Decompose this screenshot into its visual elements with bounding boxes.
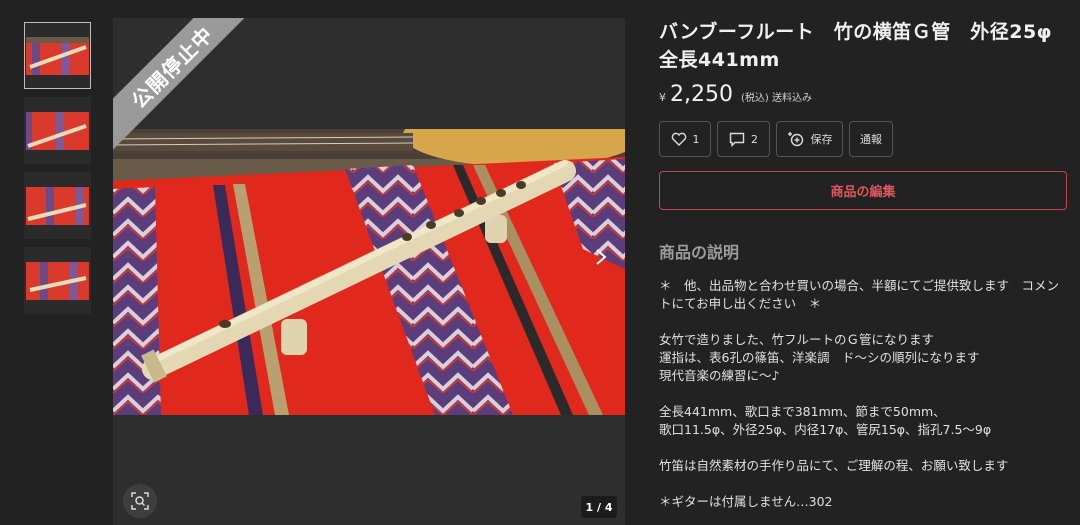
description-line: ＊ギターは付属しません…302	[659, 494, 833, 509]
thumbnail-1[interactable]	[24, 22, 91, 89]
description-body: ＊ 他、出品物と合わせ買いの場合、半額にてご提供致します コメントにてお申し出く…	[659, 277, 1069, 511]
product-price: 2,250	[670, 82, 733, 107]
product-page: 公開停止中 1 / 4 バンブーフルート 竹の横笛Ｇ管 外径25φ 全長441m…	[0, 0, 1080, 525]
comment-button[interactable]: 2	[717, 121, 770, 157]
zoom-button[interactable]	[123, 484, 157, 518]
action-bar: 1 2 保存 通報	[659, 121, 1069, 157]
save-label: 保存	[810, 133, 833, 146]
currency-symbol: ¥	[659, 91, 666, 104]
product-title: バンブーフルート 竹の横笛Ｇ管 外径25φ 全長441mm	[659, 21, 1072, 71]
comment-count: 2	[751, 132, 758, 146]
description-line: 現代音楽の練習に～♪	[659, 368, 780, 383]
description-line: 全長441mm、歌口まで381mm、節まで50mm、	[659, 404, 946, 419]
thumbnail-3[interactable]	[24, 172, 91, 239]
price-row: ¥ 2,250 (税込) 送料込み	[659, 82, 1069, 107]
next-image-button[interactable]	[587, 242, 615, 272]
thumbnail-image	[26, 186, 89, 225]
like-button[interactable]: 1	[659, 121, 711, 157]
description-line: ＊ 他、出品物と合わせ買いの場合、半額にてご提供致します コメントにてお申し出く…	[659, 278, 1060, 311]
thumbnail-4[interactable]	[24, 247, 91, 314]
description-line: 女竹で造りました、竹フルートのＧ管になります	[659, 332, 935, 347]
description-heading: 商品の説明	[659, 243, 740, 262]
zoom-icon	[131, 492, 149, 510]
product-photo	[113, 129, 625, 415]
edit-item-button[interactable]: 商品の編集	[659, 171, 1067, 210]
chevron-right-icon	[596, 249, 607, 265]
description-line: 運指は、表6孔の篠笛、洋楽調 ド～シの順列になります	[659, 350, 980, 365]
comment-icon	[729, 132, 745, 147]
tax-note: (税込) 送料込み	[740, 93, 812, 104]
thumbnail-list	[24, 22, 92, 322]
thumbnail-image	[26, 36, 89, 75]
product-info: バンブーフルート 竹の横笛Ｇ管 外径25φ 全長441mm ¥ 2,250 (税…	[659, 18, 1072, 511]
report-button[interactable]: 通報	[849, 121, 893, 157]
thumbnail-image	[26, 261, 89, 300]
image-counter: 1 / 4	[581, 496, 617, 518]
heart-icon	[671, 132, 686, 146]
image-viewer: 公開停止中 1 / 4	[113, 18, 625, 525]
save-button[interactable]: 保存	[776, 121, 843, 157]
save-add-icon	[787, 132, 803, 147]
description-line: 竹笛は自然素材の手作り品にて、ご理解の程、お願い致します	[659, 458, 1009, 473]
report-label: 通報	[860, 133, 882, 146]
thumbnail-image	[26, 111, 89, 150]
thumbnail-2[interactable]	[24, 97, 91, 164]
description-line: 歌口11.5φ、外径25φ、内径17φ、管尻15φ、指孔7.5～9φ	[659, 422, 992, 437]
like-count: 1	[692, 132, 700, 146]
